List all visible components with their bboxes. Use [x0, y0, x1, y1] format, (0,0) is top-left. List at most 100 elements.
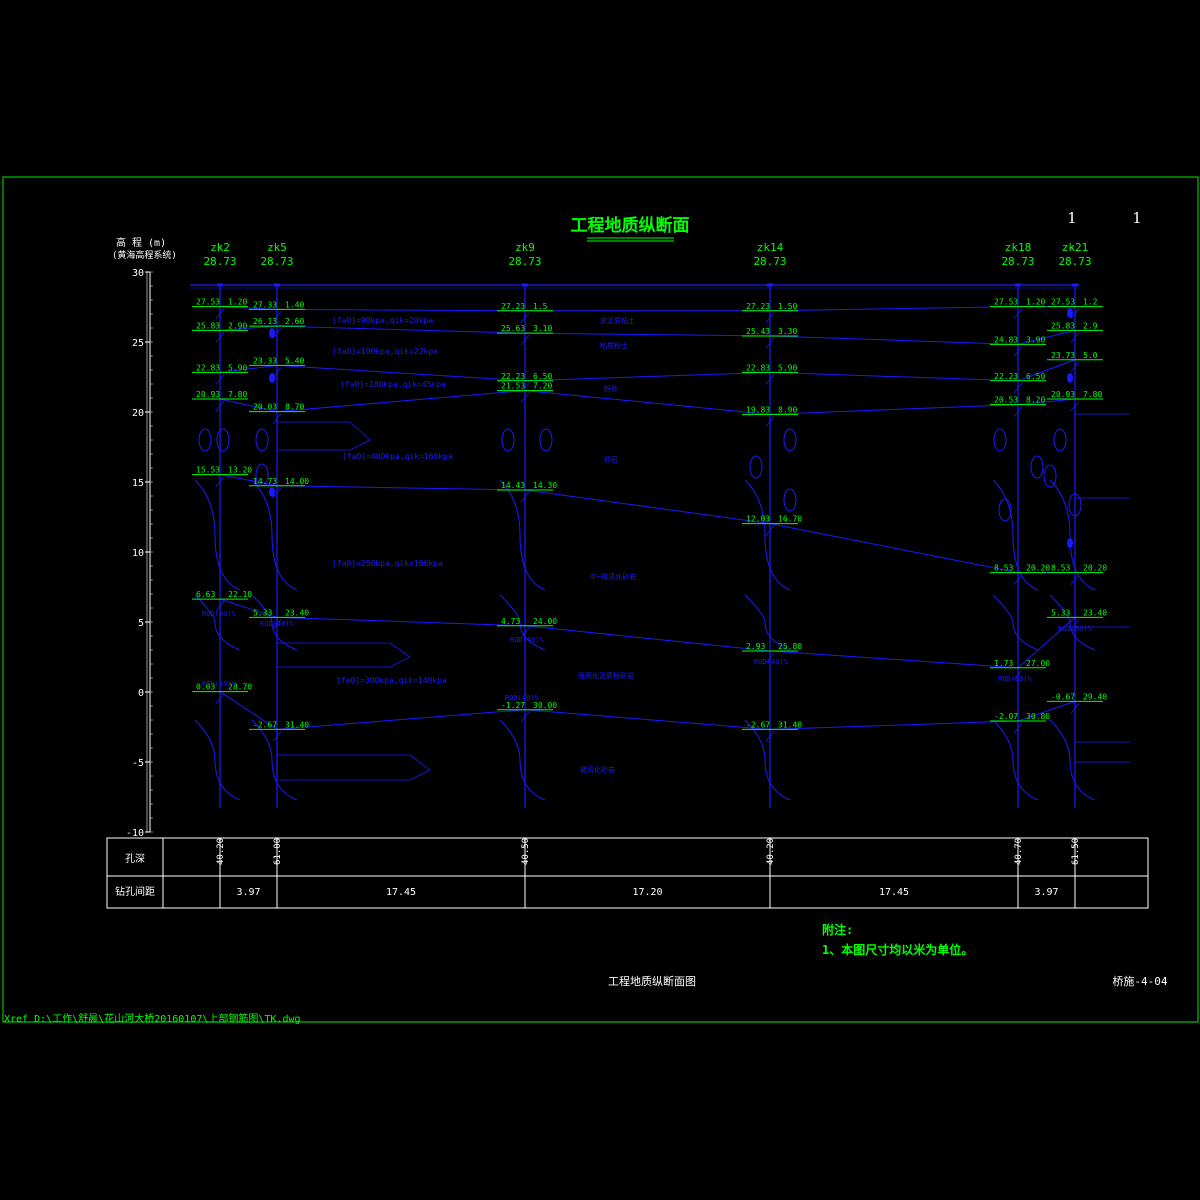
- layer-boundary: [219, 306, 1075, 312]
- soil-symbols: [194, 308, 1130, 801]
- rock-symbol: [194, 719, 241, 801]
- depth-value: 1.5: [533, 302, 548, 311]
- axis-tick-label: 30: [132, 268, 144, 279]
- depth-value: 2.9: [1083, 321, 1098, 330]
- layer-boundary: [219, 325, 1076, 345]
- depth-elevation: 20.53: [994, 396, 1018, 405]
- borehole-station: 40.50: [521, 838, 531, 865]
- depth-value: 3.10: [533, 324, 552, 333]
- sample-label: RQD(30)%: [202, 680, 237, 688]
- stratum-name: 中~微风化砂岩: [590, 572, 636, 581]
- borehole-name: zk9: [515, 241, 535, 254]
- depth-elevation: 21.53: [501, 382, 525, 391]
- depth-elevation: 14.43: [501, 481, 525, 490]
- depth-elevation: 12.03: [746, 515, 770, 524]
- depth-value: 30.80: [1026, 712, 1050, 721]
- depth-value: 6.50: [1026, 372, 1045, 381]
- sample-label: RQD(50)%: [1058, 625, 1093, 633]
- water-mark-icon: [1067, 308, 1073, 318]
- depth-elevation: 20.93: [1051, 390, 1075, 399]
- gravel-symbol: [1030, 455, 1044, 479]
- rock-symbol: [992, 479, 1039, 591]
- depth-elevation: 20.93: [196, 390, 220, 399]
- sheet-number-right: 1: [1132, 209, 1142, 227]
- borehole-top-elevation: 28.73: [1001, 255, 1034, 268]
- layer-label: [fa0]=100kpa,qik=22kpa: [332, 347, 438, 356]
- depth-elevation: 27.23: [746, 302, 770, 311]
- borehole-station: 40.20: [216, 838, 226, 865]
- depth-elevation: -1.27: [501, 701, 525, 710]
- depth-elevation: 27.23: [501, 302, 525, 311]
- depth-value: 5.0: [1083, 351, 1098, 360]
- rock-symbol: [194, 479, 241, 591]
- depth-value: 5.40: [285, 356, 304, 365]
- sample-label: RQD(40)%: [260, 620, 295, 628]
- borehole-name: zk5: [267, 241, 287, 254]
- depth-elevation: 23.33: [253, 356, 277, 365]
- table-spacing: 3.97: [1034, 887, 1058, 898]
- axis-tick-label: 0: [138, 688, 144, 699]
- sheet-number-left: 1: [1067, 209, 1077, 227]
- borehole-top-elevation: 28.73: [753, 255, 786, 268]
- depth-elevation: 25.83: [1051, 321, 1075, 330]
- depth-value: 1.50: [778, 302, 797, 311]
- depth-value: 1.40: [285, 300, 304, 309]
- table-spacing: 17.45: [386, 887, 416, 898]
- layer-extension: [277, 754, 431, 781]
- axis-tick-label: 5: [138, 618, 144, 629]
- depth-value: 30.00: [533, 701, 557, 710]
- axis-tick-label: 10: [132, 548, 144, 559]
- gravel-symbol: [1043, 464, 1057, 488]
- borehole-station: 61.50: [1071, 838, 1081, 865]
- borehole-station: 40.70: [1014, 838, 1024, 865]
- water-mark-icon: [1067, 373, 1073, 383]
- depth-elevation: 1.73: [994, 659, 1013, 668]
- depth-elevation: 25.43: [746, 327, 770, 336]
- depth-value: 20.20: [1026, 564, 1050, 573]
- depth-value: 14.30: [533, 481, 557, 490]
- depth-value: 6.50: [533, 372, 552, 381]
- axis-tick-label: -10: [126, 828, 144, 839]
- table-row-label-spacing: 钻孔间距: [115, 885, 155, 898]
- depth-elevation: 24.83: [994, 335, 1018, 344]
- drawing-title: 工程地质纵断面图: [608, 974, 696, 988]
- gravel-symbol: [993, 428, 1007, 452]
- depth-elevation: 23.73: [1051, 351, 1075, 360]
- depth-value: 2.90: [228, 321, 247, 330]
- layer-label: [fa0]=400kpa,qik=160kpa: [342, 452, 453, 461]
- layer-extension: [277, 642, 411, 668]
- depth-elevation: 22.83: [196, 363, 220, 372]
- xref-path: Xref D:\工作\舒晨\花山河大桥20160107\上部钢筋图\TK.dwg: [4, 1012, 301, 1025]
- depth-value: 3.90: [1026, 335, 1045, 344]
- depth-elevation: 25.63: [501, 324, 525, 333]
- page-title: 工程地质纵断面: [571, 215, 690, 236]
- depth-elevation: 27.53: [1051, 298, 1075, 307]
- rock-symbol: [992, 719, 1039, 801]
- borehole-name: zk2: [210, 241, 230, 254]
- layer-label: [fa0]=250kpa,qik=100kpa: [332, 559, 443, 568]
- water-mark-icon: [269, 328, 275, 338]
- depth-value: 5.90: [228, 363, 247, 372]
- depth-value: 1.2: [1083, 298, 1098, 307]
- borehole-name: zk14: [757, 241, 784, 254]
- depth-value: 25.80: [778, 642, 802, 651]
- gravel-symbol: [749, 455, 763, 479]
- sample-label: RQD(40)%: [510, 636, 545, 644]
- depth-elevation: 26.13: [253, 317, 277, 326]
- gravel-symbol: [539, 428, 553, 452]
- axis-label-system: (黄海高程系统): [112, 249, 177, 261]
- depth-elevation: -2.67: [253, 720, 277, 729]
- stratum-name: 粘质粉土: [600, 341, 628, 350]
- table-spacing: 17.20: [632, 887, 662, 898]
- layer-boundary: [219, 474, 1075, 574]
- layer-boundary: [219, 691, 1076, 730]
- gravel-symbol: [216, 428, 230, 452]
- depth-elevation: 8.53: [1051, 564, 1070, 573]
- depth-elevation: 22.23: [994, 372, 1018, 381]
- depth-elevation: 5.33: [1051, 608, 1070, 617]
- gravel-symbol: [501, 428, 515, 452]
- rock-symbol: [499, 479, 546, 591]
- axis-tick-label: 15: [132, 478, 144, 489]
- borehole-station: 61.00: [273, 838, 283, 865]
- water-mark-icon: [1067, 538, 1073, 548]
